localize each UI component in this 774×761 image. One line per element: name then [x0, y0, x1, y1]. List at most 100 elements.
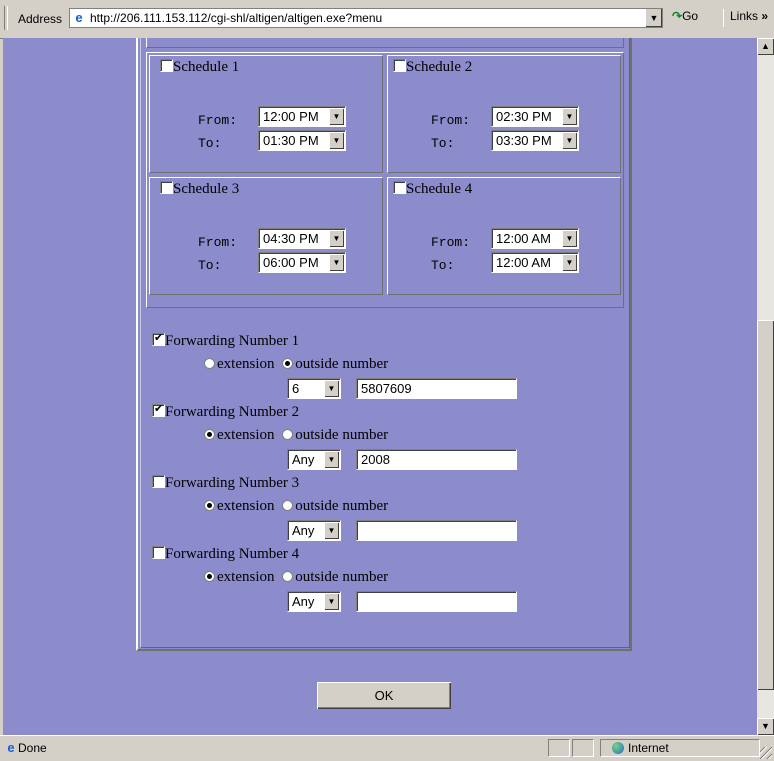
- status-zone: Internet: [612, 741, 669, 755]
- forwarding-1-outside-radio[interactable]: [282, 358, 294, 369]
- go-arrow-icon: ↷: [672, 9, 683, 23]
- schedule-3-header: Schedule 3: [160, 181, 239, 198]
- schedule-2-to-select[interactable]: 03:30 PM ▼: [491, 130, 579, 151]
- schedule-3-checkbox[interactable]: [160, 181, 173, 194]
- chevron-down-icon[interactable]: ▼: [329, 230, 344, 247]
- schedule-1-checkbox[interactable]: [160, 59, 173, 72]
- chevron-down-icon[interactable]: ▼: [562, 108, 577, 125]
- page-viewport: Schedule 1 From: 12:00 PM ▼ To: 01:30 PM ▼…: [3, 38, 757, 735]
- forwarding-3-outside-label: outside number: [295, 498, 389, 514]
- scroll-thumb[interactable]: [757, 320, 774, 690]
- schedule-4-to-label: To:: [431, 258, 455, 273]
- chevron-down-icon[interactable]: ▼: [329, 108, 344, 125]
- schedule-3-from-label: From:: [198, 235, 238, 250]
- forwarding-2-number-value: 2008: [361, 452, 390, 467]
- forwarding-4-prefix-select[interactable]: Any ▼: [287, 591, 341, 612]
- go-label: Go: [682, 9, 699, 23]
- forwarding-2-label: Forwarding Number 2: [165, 404, 300, 420]
- address-label: Address: [18, 12, 63, 26]
- go-button[interactable]: ↷Go: [672, 9, 712, 27]
- globe-icon: [612, 742, 624, 754]
- forwarding-2-checkbox[interactable]: [152, 402, 165, 417]
- schedule-3-from-select[interactable]: 04:30 PM ▼: [258, 228, 346, 249]
- chevron-down-icon[interactable]: ▼: [329, 254, 344, 271]
- schedule-4-to-value: 12:00 AM: [496, 255, 551, 270]
- chevron-down-icon[interactable]: ▼: [562, 230, 577, 247]
- forwarding-3-extension-label: extension: [217, 498, 275, 514]
- forwarding-3-mode: extension outside number: [204, 498, 388, 515]
- forwarding-2-number-input[interactable]: 2008: [356, 449, 517, 470]
- forwarding-2-extension-label: extension: [217, 427, 275, 443]
- forwarding-3-number-input[interactable]: [356, 520, 517, 541]
- address-dropdown-button[interactable]: ▼: [645, 9, 662, 27]
- forwarding-2-prefix-select[interactable]: Any ▼: [287, 449, 341, 470]
- forwarding-1-mode: extension outside number: [204, 356, 388, 373]
- schedule-4-from-label: From:: [431, 235, 471, 250]
- chevron-down-icon[interactable]: ▼: [324, 593, 339, 610]
- forwarding-1-extension-label: extension: [217, 356, 275, 372]
- scroll-down-button[interactable]: ▼: [757, 718, 774, 735]
- schedule-4-to-select[interactable]: 12:00 AM ▼: [491, 252, 579, 273]
- forwarding-3-prefix-select[interactable]: Any ▼: [287, 520, 341, 541]
- schedule-2-to-label: To:: [431, 136, 455, 151]
- forwarding-2-extension-radio[interactable]: [204, 429, 215, 440]
- forwarding-1-checkbox[interactable]: [152, 331, 165, 346]
- schedule-4-header: Schedule 4: [393, 181, 472, 198]
- chevron-down-icon[interactable]: ▼: [329, 132, 344, 149]
- forwarding-3-extension-radio[interactable]: [204, 500, 215, 511]
- resize-grip-icon[interactable]: [760, 747, 772, 759]
- forwarding-1-number-input[interactable]: 5807609: [356, 378, 517, 399]
- forwarding-1-prefix-value: 6: [292, 381, 300, 396]
- schedule-4-checkbox[interactable]: [393, 181, 406, 194]
- page-icon: e: [7, 740, 15, 755]
- status-pane-2: [572, 739, 594, 757]
- schedule-1-from-label: From:: [198, 113, 238, 128]
- forwarding-1-extension-radio[interactable]: [204, 358, 215, 369]
- schedule-2-from-label: From:: [431, 113, 471, 128]
- ie-page-icon: e: [75, 10, 83, 25]
- address-url: http://206.111.153.112/cgi-shl/altigen/a…: [90, 11, 383, 25]
- forwarding-1-number-value: 5807609: [361, 381, 412, 396]
- chevron-down-icon[interactable]: ▼: [324, 451, 339, 468]
- forwarding-2-header: Forwarding Number 2: [152, 402, 300, 421]
- address-bar: Address e http://206.111.153.112/cgi-shl…: [0, 0, 774, 39]
- schedule-4-from-select[interactable]: 12:00 AM ▼: [491, 228, 579, 249]
- schedule-3-from-value: 04:30 PM: [263, 231, 319, 246]
- forwarding-1-outside-label: outside number: [295, 356, 389, 372]
- forwarding-4-outside-radio[interactable]: [282, 571, 294, 582]
- links-button[interactable]: Links »: [723, 9, 768, 27]
- schedule-3-to-label: To:: [198, 258, 222, 273]
- schedule-1-to-value: 01:30 PM: [263, 133, 319, 148]
- forwarding-4-number-input[interactable]: [356, 591, 517, 612]
- chevron-down-icon[interactable]: ▼: [324, 380, 339, 397]
- chevron-down-icon[interactable]: ▼: [324, 522, 339, 539]
- schedule-2-checkbox[interactable]: [393, 59, 406, 72]
- schedule-1-from-value: 12:00 PM: [263, 109, 319, 124]
- status-zone-label: Internet: [628, 741, 669, 755]
- chevron-down-icon[interactable]: ▼: [562, 132, 577, 149]
- forwarding-4-mode: extension outside number: [204, 569, 388, 586]
- schedule-3-to-value: 06:00 PM: [263, 255, 319, 270]
- schedule-2-from-select[interactable]: 02:30 PM ▼: [491, 106, 579, 127]
- forwarding-3-prefix-value: Any: [292, 523, 315, 538]
- forwarding-4-label: Forwarding Number 4: [165, 546, 300, 562]
- chevron-down-icon[interactable]: ▼: [562, 254, 577, 271]
- schedule-1-to-select[interactable]: 01:30 PM ▼: [258, 130, 346, 151]
- forwarding-4-checkbox[interactable]: [152, 546, 165, 559]
- forwarding-3-checkbox[interactable]: [152, 475, 165, 488]
- schedule-3-label: Schedule 3: [173, 181, 240, 197]
- ok-button[interactable]: OK: [317, 682, 451, 709]
- schedule-2-header: Schedule 2: [393, 59, 472, 76]
- address-input[interactable]: e http://206.111.153.112/cgi-shl/altigen…: [69, 8, 663, 28]
- scroll-up-button[interactable]: ▲: [757, 38, 774, 55]
- forwarding-4-extension-radio[interactable]: [204, 571, 215, 582]
- schedule-3-to-select[interactable]: 06:00 PM ▼: [258, 252, 346, 273]
- forwarding-1-prefix-select[interactable]: 6 ▼: [287, 378, 341, 399]
- forwarding-2-mode: extension outside number: [204, 427, 388, 444]
- schedule-1-from-select[interactable]: 12:00 PM ▼: [258, 106, 346, 127]
- schedule-2-to-value: 03:30 PM: [496, 133, 552, 148]
- forwarding-2-outside-radio[interactable]: [282, 429, 294, 440]
- vertical-scrollbar[interactable]: ▲ ▼: [757, 38, 774, 735]
- schedule-1-header: Schedule 1: [160, 59, 239, 76]
- forwarding-3-outside-radio[interactable]: [282, 500, 294, 511]
